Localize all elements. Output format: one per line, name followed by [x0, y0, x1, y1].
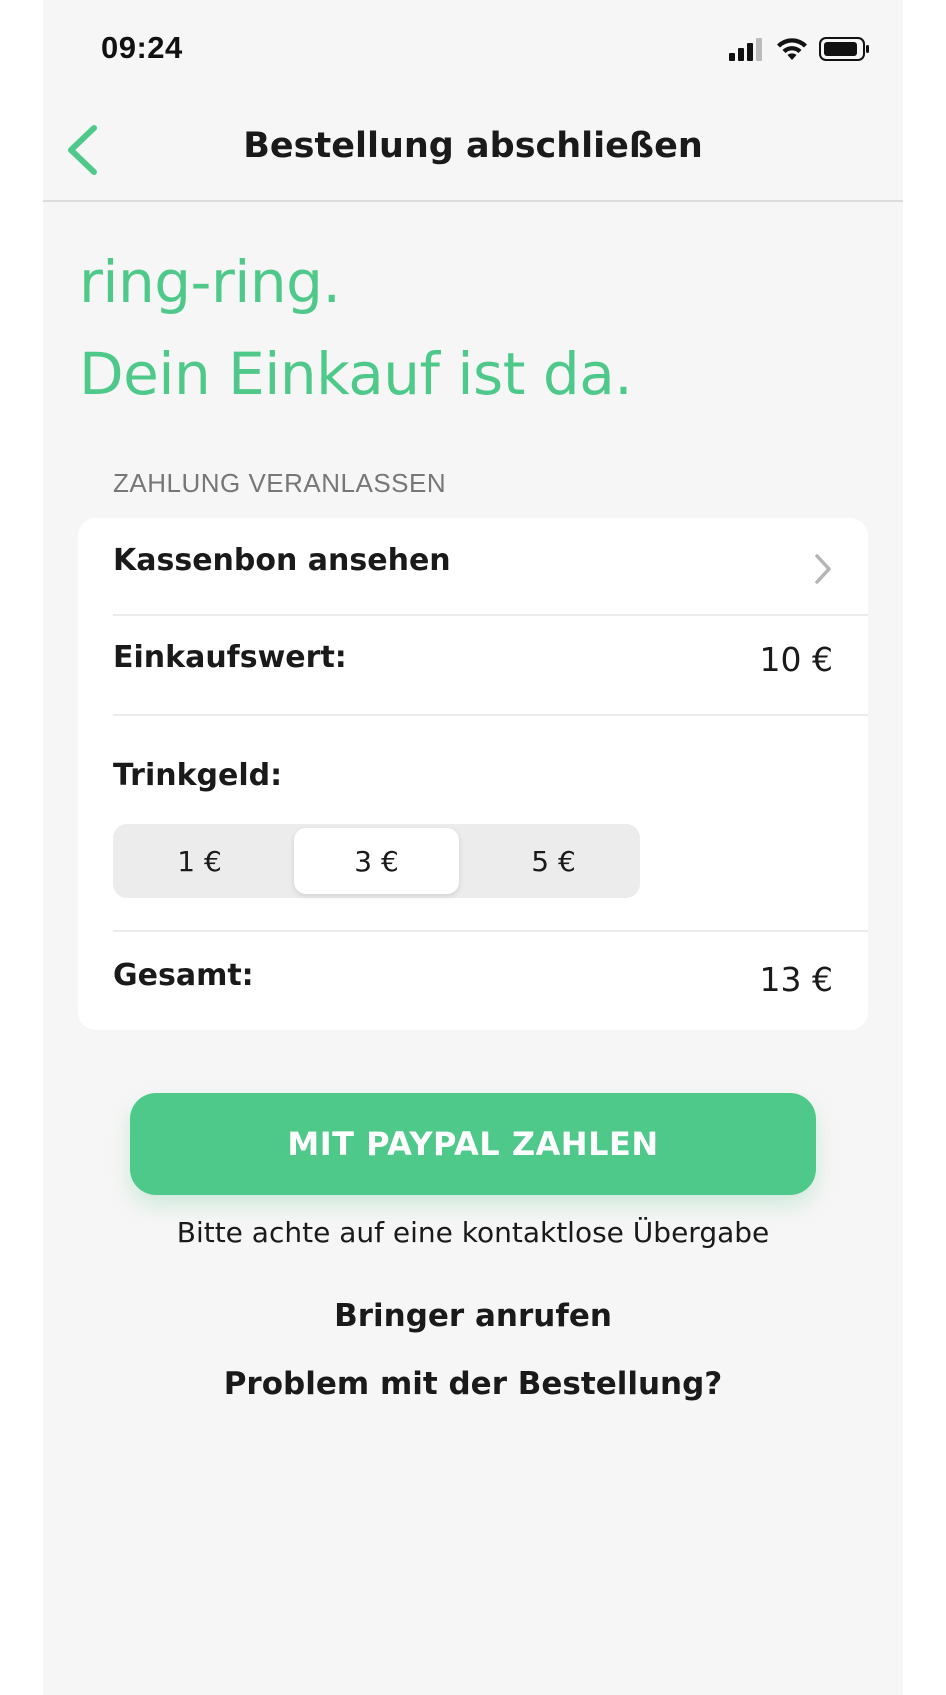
tip-option-5[interactable]: 5 €	[471, 828, 636, 894]
call-courier-link[interactable]: Bringer anrufen	[43, 1298, 903, 1334]
navigation-bar: Bestellung abschließen	[43, 100, 903, 202]
app-screen: 09:24 Bestellung abschließen ring-ring. …	[43, 0, 903, 1695]
view-receipt-row[interactable]: Kassenbon ansehen	[78, 518, 868, 614]
tip-segmented-control: 1 € 3 € 5 €	[113, 824, 640, 898]
headline-line-1: ring-ring.	[79, 248, 341, 316]
tip-label: Trinkgeld:	[113, 758, 283, 793]
purchase-value-amount: 10 €	[759, 640, 833, 679]
tip-option-3-selected[interactable]: 3 €	[294, 828, 459, 894]
total-label: Gesamt:	[113, 958, 254, 993]
status-icons	[729, 36, 871, 62]
purchase-value-label: Einkaufswert:	[113, 640, 347, 675]
divider	[113, 714, 868, 716]
tip-option-1[interactable]: 1 €	[117, 828, 282, 894]
contactless-hint: Bitte achte auf eine kontaktlose Übergab…	[176, 1216, 770, 1249]
view-receipt-label: Kassenbon ansehen	[113, 543, 451, 578]
purchase-value-row: Einkaufswert: 10 €	[78, 616, 868, 714]
battery-icon	[819, 37, 869, 61]
pay-with-paypal-button[interactable]: MIT PAYPAL ZAHLEN	[130, 1093, 816, 1195]
headline-line-2: Dein Einkauf ist da.	[79, 340, 633, 408]
status-time: 09:24	[101, 30, 183, 65]
total-row: Gesamt: 13 €	[78, 932, 868, 1030]
status-bar: 09:24	[43, 0, 903, 100]
page-title: Bestellung abschließen	[243, 126, 703, 166]
section-header: ZAHLUNG VERANLASSEN	[113, 468, 447, 498]
cellular-signal-icon	[729, 38, 762, 61]
wifi-icon	[777, 38, 807, 60]
order-problem-link[interactable]: Problem mit der Bestellung?	[43, 1366, 903, 1402]
chevron-right-icon	[815, 554, 831, 584]
payment-card: Kassenbon ansehen Einkaufswert: 10 € Tri…	[78, 518, 868, 1030]
total-amount: 13 €	[759, 960, 833, 999]
